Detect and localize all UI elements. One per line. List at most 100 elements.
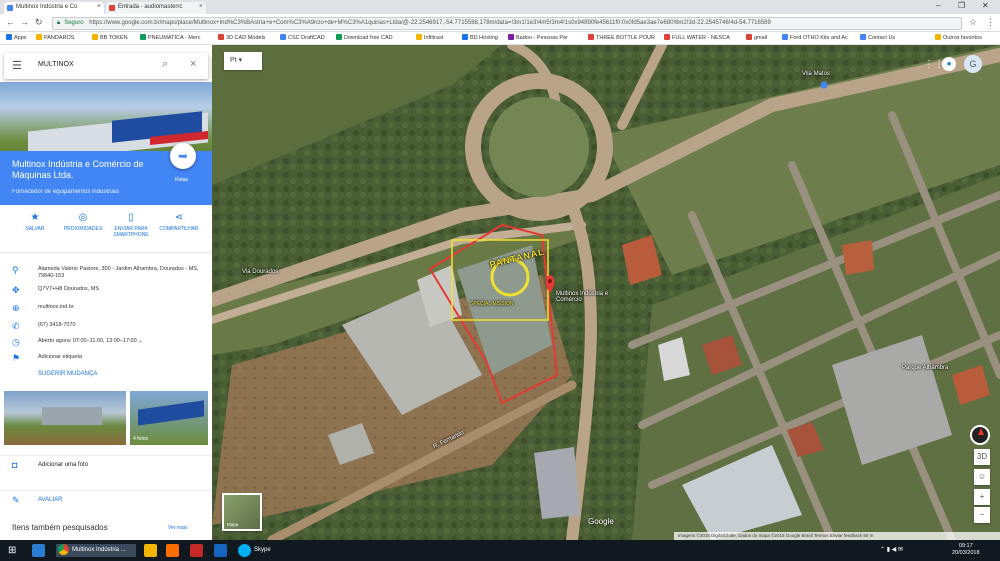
bookmark-apps[interactable]: Apps <box>6 34 27 41</box>
google-apps-icon[interactable]: ⋮⋮ <box>924 59 944 70</box>
nearby-button[interactable]: ◎ PROXIMIDADES <box>58 212 108 232</box>
maximize-icon[interactable]: ❐ <box>958 1 965 10</box>
taskbar-chrome-window[interactable]: Multinox Indústria ... <box>56 544 136 557</box>
place-title: Multinox Indústria e Comércio de Máquina… <box>12 159 144 180</box>
plus-code-icon: ✥ <box>12 285 20 295</box>
clear-search-icon[interactable]: × <box>190 58 196 70</box>
new-tab-button[interactable] <box>208 2 226 14</box>
youtube-icon <box>664 34 670 40</box>
browser-toolbar: ← → ↻ 🔒︎ Seguro https://www.google.com.br… <box>0 14 1000 32</box>
map-language-toggle[interactable]: Pt ▾ <box>224 52 262 70</box>
bookmark-item[interactable]: Badoo - Pessoas Per <box>508 34 568 41</box>
mail-favicon-icon <box>109 5 115 11</box>
tab-label: Multinox Indústria e Co <box>16 4 78 10</box>
tab-multinox[interactable]: Multinox Indústria e Co × <box>4 2 104 14</box>
bookmark-item[interactable]: PANDAROS <box>36 34 74 41</box>
chrome-icon <box>58 544 69 555</box>
directions-button[interactable]: ➥ <box>170 143 196 169</box>
skype-icon <box>238 544 251 557</box>
bookmark-star-icon[interactable]: ☆ <box>969 17 977 28</box>
close-tab-icon[interactable]: × <box>199 3 203 10</box>
bookmark-item[interactable]: BD Hosting <box>462 34 498 41</box>
apps-grid-icon <box>6 34 12 40</box>
review-icon: ✎ <box>12 495 20 505</box>
add-photo-row[interactable]: ◘ Adicionar uma foto <box>0 455 212 475</box>
site-favicon-icon <box>280 34 286 40</box>
bookmark-item[interactable]: FULL WATER - NESCA <box>664 34 730 41</box>
system-tray-icons[interactable]: ⌃ ▮ ◀ ✉ <box>880 544 903 557</box>
folder-icon <box>36 34 42 40</box>
photo-thumbnail[interactable] <box>4 391 126 445</box>
close-window-icon[interactable]: ✕ <box>982 1 989 10</box>
bookmark-other[interactable]: Outros favoritos <box>935 34 982 41</box>
windows-start-icon[interactable]: ⊞ <box>8 544 16 557</box>
bookmark-item[interactable]: Infiltrast <box>416 34 443 41</box>
satellite-map[interactable]: PANTANAL SPECIAL MISSION Via Dourados Mu… <box>212 45 1000 540</box>
url-text: https://www.google.com.br/maps/place/Mul… <box>89 20 771 26</box>
taskbar-skype[interactable]: Skype <box>238 544 298 557</box>
browser-tab-bar: Multinox Indústria e Co × Entrada - audi… <box>0 0 1000 14</box>
search-input[interactable]: MULTINOX <box>38 61 74 68</box>
hamburger-menu-icon[interactable]: ☰ <box>12 59 22 72</box>
bookmark-icon: ★ <box>30 212 40 223</box>
bookmark-item[interactable]: Contact Us <box>860 34 895 41</box>
save-button[interactable]: ★ SALVAR <box>10 212 60 232</box>
search-icon[interactable]: ⌕ <box>162 58 168 71</box>
review-row[interactable]: ✎ AVALIAR <box>0 490 212 510</box>
compass-icon[interactable] <box>970 425 990 445</box>
send-to-phone-button[interactable]: ▯ ENVIAR PARA SMARTPHONE <box>106 212 156 238</box>
chrome-menu-icon[interactable]: ⋮ <box>986 17 995 28</box>
share-button[interactable]: ⋖ COMPARTILHAR <box>154 212 204 232</box>
clock-icon: ◷ <box>12 337 20 347</box>
see-more-link[interactable]: Ver mais <box>168 525 187 531</box>
app-icon[interactable] <box>166 544 179 557</box>
address-bar[interactable]: 🔒︎ Seguro https://www.google.com.br/maps/… <box>52 17 962 30</box>
bookmark-item[interactable]: BB TOKEN <box>92 34 128 41</box>
place-panel: ☰ MULTINOX ⌕ × Multinox Indústria e Comé… <box>0 45 212 540</box>
map-attribution: Imagens ©2018 DigitalGlobe, Dados do map… <box>674 532 1000 540</box>
map-road-label: Via Dourados <box>242 269 279 275</box>
location-pin-icon: ⚲ <box>12 265 19 275</box>
minimize-icon[interactable]: – <box>936 1 940 10</box>
bookmark-item[interactable]: 3D CAD Models <box>218 34 265 41</box>
file-explorer-icon[interactable] <box>144 544 157 557</box>
account-avatar[interactable]: G <box>964 55 982 73</box>
bookmark-item[interactable]: Download free CAD <box>336 34 393 41</box>
system-clock[interactable]: 09:17 20/03/2018 <box>952 543 980 557</box>
map-place-label[interactable]: Multinox Indústria e Comércio <box>556 291 626 303</box>
photo-thumbnail[interactable]: 4 fotos <box>130 391 208 445</box>
close-tab-icon[interactable]: × <box>97 3 101 10</box>
tilt-3d-button[interactable]: 3D <box>974 449 990 465</box>
site-favicon-icon <box>508 34 514 40</box>
gmail-icon <box>746 34 752 40</box>
suggest-edit-link[interactable]: SUGERIR MUDANÇA <box>38 371 97 377</box>
phone-icon: ▯ <box>128 212 134 223</box>
map-type-label: Mapa <box>227 522 239 527</box>
zoom-out-button[interactable]: − <box>974 507 990 523</box>
bookmark-item[interactable]: gmail <box>746 34 767 41</box>
notifications-icon[interactable]: ● <box>942 57 956 71</box>
bookmark-item[interactable]: CSC DraftCAD <box>280 34 325 41</box>
zoom-in-button[interactable]: + <box>974 489 990 505</box>
place-category[interactable]: Fornecedor de equipamentos industriais <box>12 189 119 195</box>
label-icon: ⚑ <box>12 353 21 363</box>
app-icon[interactable] <box>214 544 227 557</box>
back-icon[interactable]: ← <box>6 17 15 27</box>
site-favicon-icon <box>462 34 468 40</box>
directions-icon: ➥ <box>177 149 189 163</box>
also-searched-heading: Itens também pesquisados <box>12 523 108 532</box>
bookmark-item[interactable]: Ford OTHO Kits and Ac <box>782 34 848 41</box>
bookmark-item[interactable]: THREE BOTTLE POUR <box>588 34 655 41</box>
edge-icon[interactable] <box>32 544 45 557</box>
building-shape <box>42 407 102 425</box>
tab-label: Entrada - audiomasterrc <box>118 4 183 10</box>
chevron-down-icon: ▾ <box>238 57 243 64</box>
tab-email[interactable]: Entrada - audiomasterrc × <box>106 2 206 14</box>
bookmark-item[interactable]: PNEUMATICA - Merc <box>140 34 200 41</box>
nearby-icon: ◎ <box>78 212 88 223</box>
acrobat-icon[interactable] <box>190 544 203 557</box>
reload-icon[interactable]: ↻ <box>35 17 43 28</box>
pegman-icon[interactable]: ☺ <box>974 469 990 485</box>
map-type-switcher[interactable]: Mapa <box>222 493 262 531</box>
forward-icon[interactable]: → <box>20 17 29 27</box>
